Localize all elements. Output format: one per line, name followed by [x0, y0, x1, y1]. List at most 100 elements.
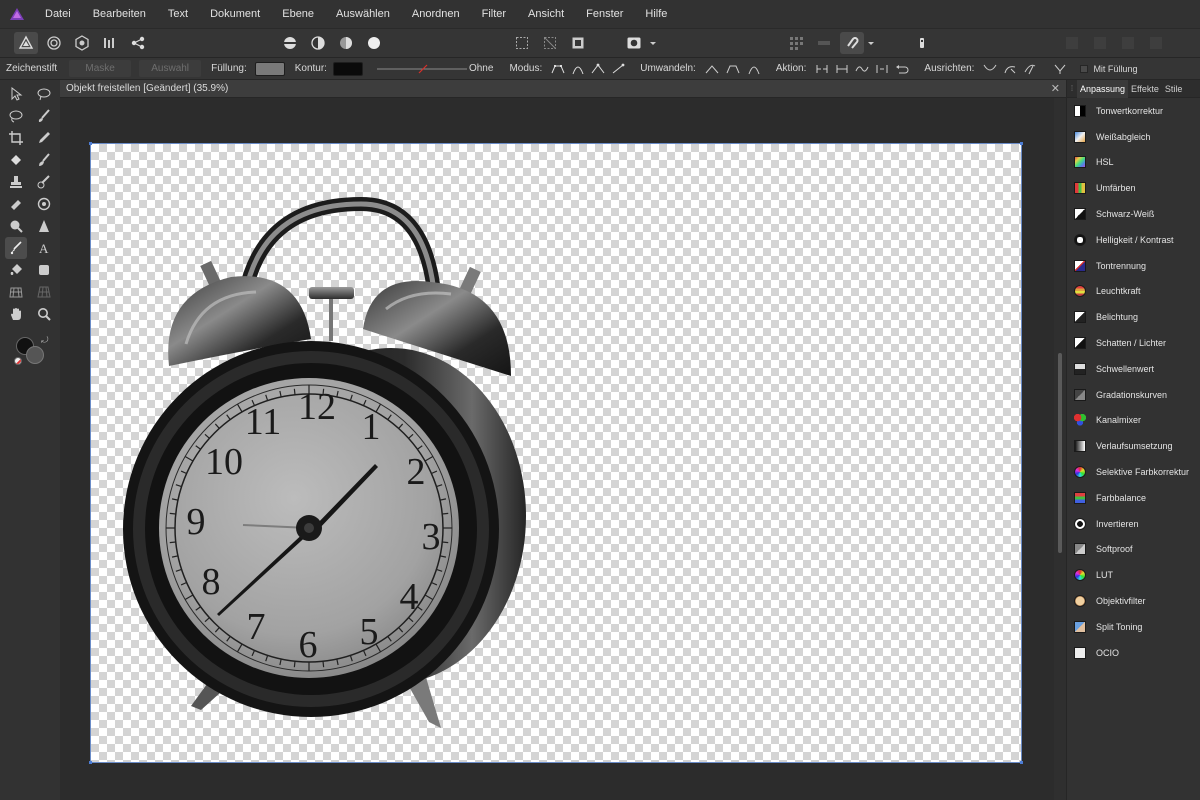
close-document-icon[interactable]: ✕	[1051, 82, 1060, 95]
convert-smart-icon[interactable]	[746, 61, 762, 77]
adjustment-item[interactable]: Invertieren	[1067, 511, 1200, 537]
text-tool-icon[interactable]: A	[33, 237, 55, 259]
stroke-color-swatch[interactable]	[332, 61, 363, 76]
adjustment-item[interactable]: Schwarz-Weiß	[1067, 201, 1200, 227]
adjustment-item[interactable]: Softproof	[1067, 537, 1200, 563]
selection-brush-tool-icon[interactable]	[33, 105, 55, 127]
adjustment-item[interactable]: Helligkeit / Kontrast	[1067, 227, 1200, 253]
reverse-curve-icon[interactable]	[894, 61, 910, 77]
adjustment-item[interactable]: Gradationskurven	[1067, 382, 1200, 408]
menu-ebene[interactable]: Ebene	[271, 0, 325, 28]
color-swatches[interactable]: ⤾	[14, 335, 50, 367]
adjustment-item[interactable]: Weißabgleich	[1067, 124, 1200, 150]
break-curve-icon[interactable]	[814, 61, 830, 77]
join-curves-icon[interactable]	[874, 61, 890, 77]
erase-brush-tool-icon[interactable]	[5, 193, 27, 215]
convert-smooth-icon[interactable]	[725, 61, 741, 77]
mesh-warp-tool-icon[interactable]	[33, 193, 55, 215]
menu-hilfe[interactable]: Hilfe	[634, 0, 678, 28]
guides-icon[interactable]	[812, 32, 836, 54]
export-persona-icon[interactable]	[126, 32, 150, 54]
menu-fenster[interactable]: Fenster	[575, 0, 634, 28]
color-picker-tool-icon[interactable]	[33, 127, 55, 149]
no-color-icon[interactable]	[14, 357, 22, 365]
document-canvas[interactable]: 12 1 2 3 4 5 6 7 8 9 10 11	[89, 142, 1023, 764]
adjustment-item[interactable]: HSL	[1067, 150, 1200, 176]
crop-tool-icon[interactable]	[5, 127, 27, 149]
menu-filter[interactable]: Filter	[471, 0, 517, 28]
move-tool-icon[interactable]	[5, 83, 27, 105]
lasso-tool-icon[interactable]	[5, 105, 27, 127]
menu-datei[interactable]: Datei	[34, 0, 82, 28]
menu-dokument[interactable]: Dokument	[199, 0, 271, 28]
canvas-area[interactable]: 12 1 2 3 4 5 6 7 8 9 10 11	[60, 98, 1054, 800]
vertical-scrollbar-thumb[interactable]	[1058, 353, 1062, 553]
smart-mode-icon[interactable]	[570, 61, 586, 77]
paint-brush-tool-icon[interactable]	[33, 149, 55, 171]
sharpen-tool-icon[interactable]	[33, 215, 55, 237]
photo-persona-icon[interactable]	[14, 32, 38, 54]
adjustment-item[interactable]: Farbbalance	[1067, 485, 1200, 511]
adjustment-item[interactable]: Umfärben	[1067, 175, 1200, 201]
tab-effects[interactable]: Effekte	[1128, 80, 1162, 98]
menu-auswählen[interactable]: Auswählen	[325, 0, 401, 28]
convert-sharp-icon[interactable]	[704, 61, 720, 77]
hand-tool-icon[interactable]	[5, 303, 27, 325]
inpainting-brush-tool-icon[interactable]	[33, 171, 55, 193]
liquify-persona-icon[interactable]	[42, 32, 66, 54]
secondary-color-swatch[interactable]	[26, 346, 44, 364]
menu-bearbeiten[interactable]: Bearbeiten	[82, 0, 157, 28]
adjustment-item[interactable]: Split Toning	[1067, 614, 1200, 640]
fill-color-swatch[interactable]	[254, 61, 285, 76]
contrast-view-icon[interactable]	[306, 32, 330, 54]
tone-mapping-persona-icon[interactable]	[98, 32, 122, 54]
adjustment-item[interactable]: Objektivfilter	[1067, 588, 1200, 614]
mesh-tool-icon[interactable]	[5, 281, 27, 303]
mask-mode-dropdown-icon[interactable]	[646, 32, 660, 54]
pen-tool-icon[interactable]	[5, 237, 27, 259]
clone-brush-tool-icon[interactable]	[5, 171, 27, 193]
document-tab[interactable]: Objekt freistellen [Geändert] (35.9%) ✕	[60, 80, 1066, 98]
mask-mode-icon[interactable]	[622, 32, 646, 54]
menu-anordnen[interactable]: Anordnen	[401, 0, 471, 28]
develop-persona-icon[interactable]	[70, 32, 94, 54]
mask-button[interactable]: Maske	[69, 60, 132, 77]
align-handles-icon[interactable]	[982, 61, 998, 77]
snapping-dropdown-icon[interactable]	[864, 32, 878, 54]
adjustment-item[interactable]: Tonwertkorrektur	[1067, 98, 1200, 124]
adjustment-item[interactable]: Belichtung	[1067, 304, 1200, 330]
fill-tool-icon[interactable]	[5, 149, 27, 171]
snapping-grid-icon[interactable]	[784, 32, 808, 54]
assistant-icon[interactable]	[910, 32, 934, 54]
deselect-icon[interactable]	[538, 32, 562, 54]
menu-text[interactable]: Text	[157, 0, 199, 28]
tab-styles[interactable]: Stile	[1162, 80, 1186, 98]
zoom-tool-icon[interactable]	[33, 303, 55, 325]
line-mode-icon[interactable]	[610, 61, 626, 77]
adjustment-item[interactable]: Schwellenwert	[1067, 356, 1200, 382]
affinity-photo-logo-icon[interactable]	[0, 0, 34, 28]
transform-mode-icon[interactable]	[1052, 61, 1068, 77]
menu-ansicht[interactable]: Ansicht	[517, 0, 575, 28]
freehand-selection-tool-icon[interactable]	[33, 83, 55, 105]
pen-mode-icon[interactable]	[550, 61, 566, 77]
vertical-scrollbar[interactable]	[1054, 98, 1066, 800]
tab-adjustments[interactable]: Anpassung	[1077, 79, 1129, 98]
panel-grip-icon[interactable]: ⁞	[1067, 84, 1077, 93]
adjustment-item[interactable]: Leuchtkraft	[1067, 279, 1200, 305]
dodge-tool-icon[interactable]	[5, 215, 27, 237]
rounded-rectangle-tool-icon[interactable]	[33, 259, 55, 281]
adjustment-item[interactable]: Tontrennung	[1067, 253, 1200, 279]
selection-button[interactable]: Auswahl	[139, 60, 202, 77]
sphere-view-icon[interactable]	[362, 32, 386, 54]
swap-colors-icon[interactable]: ⤾	[41, 335, 49, 346]
stroke-width-slider[interactable]	[376, 64, 467, 74]
adjustment-item[interactable]: LUT	[1067, 562, 1200, 588]
adjustment-item[interactable]: OCIO	[1067, 640, 1200, 666]
adjustment-item[interactable]: Schatten / Lichter	[1067, 330, 1200, 356]
perspective-tool-icon[interactable]	[33, 281, 55, 303]
close-curve-icon[interactable]	[834, 61, 850, 77]
adjustment-item[interactable]: Selektive Farbkorrektur	[1067, 459, 1200, 485]
flood-fill-tool-icon[interactable]	[5, 259, 27, 281]
snapping-magnet-icon[interactable]	[840, 32, 864, 54]
